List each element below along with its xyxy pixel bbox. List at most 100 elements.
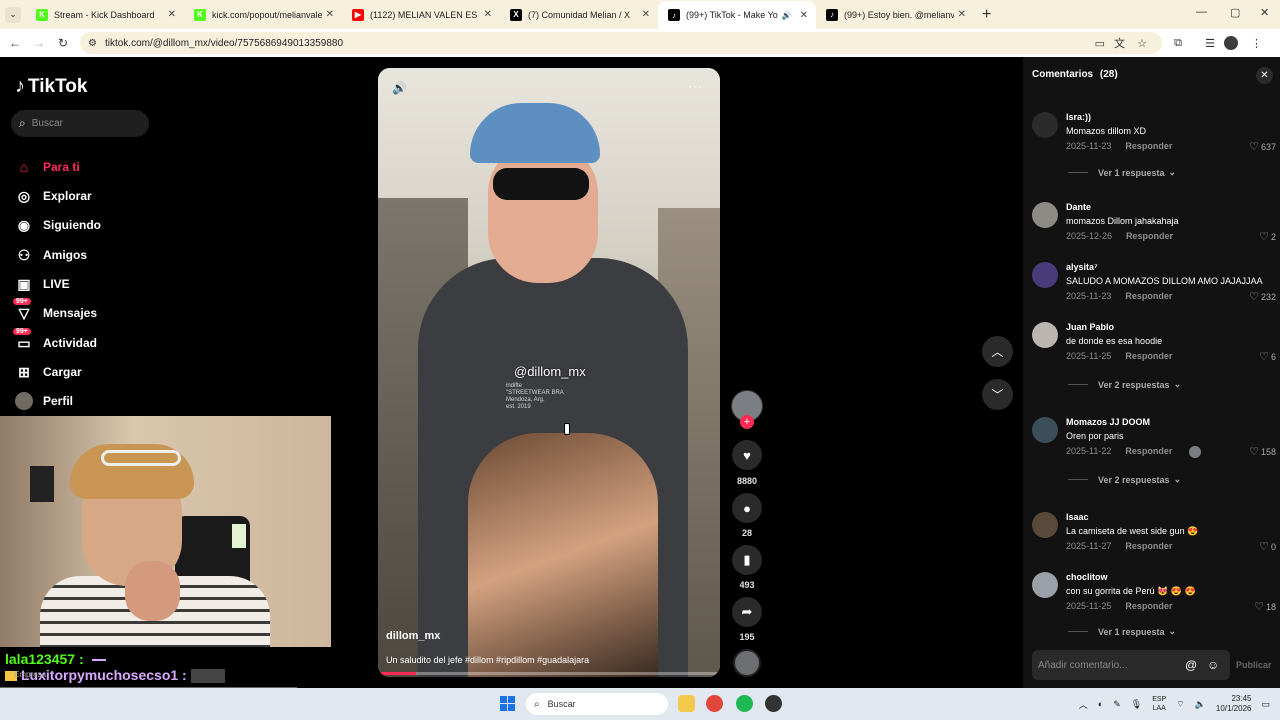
- commenter-name[interactable]: Dante: [1066, 202, 1091, 212]
- translate-icon[interactable]: 文: [1114, 35, 1125, 51]
- back-icon[interactable]: ←: [3, 36, 27, 50]
- comment-button[interactable]: ●: [732, 493, 762, 523]
- comment-like-button[interactable]: ♡ 637: [1249, 140, 1276, 153]
- minimize-icon[interactable]: —: [1196, 6, 1207, 18]
- comment-like-button[interactable]: ♡ 6: [1259, 350, 1276, 363]
- reply-button[interactable]: Responder: [1125, 446, 1172, 456]
- forward-icon[interactable]: →: [27, 36, 51, 50]
- commenter-name[interactable]: Isra:)): [1066, 112, 1091, 122]
- commenter-name[interactable]: choclitow: [1066, 572, 1108, 582]
- browser-menu-icon[interactable]: ⋮: [1251, 37, 1262, 50]
- close-window-icon[interactable]: ✕: [1260, 6, 1269, 19]
- commenter-avatar[interactable]: [1032, 322, 1058, 348]
- video-author[interactable]: dillom_mx: [386, 630, 440, 642]
- video-progress-bar[interactable]: [378, 672, 720, 675]
- emoji-icon[interactable]: ☺: [1207, 658, 1219, 672]
- commenter-avatar[interactable]: [1032, 512, 1058, 538]
- cast-icon[interactable]: ▭: [1095, 37, 1105, 50]
- tray-app-icon[interactable]: ◐: [1098, 699, 1103, 709]
- sidebar-item-para-ti[interactable]: ⌂ Para ti: [15, 158, 165, 176]
- tab-close-icon[interactable]: ✕: [326, 9, 334, 20]
- browser-tab[interactable]: K Stream - Kick Dashboard ✕: [26, 0, 184, 29]
- sidebar-item-cargar[interactable]: ⊞ Cargar: [15, 363, 165, 381]
- search-input[interactable]: ⌕ Buscar: [11, 110, 149, 137]
- commenter-name[interactable]: Momazos JJ DOOM: [1066, 417, 1150, 427]
- tab-close-icon[interactable]: ✕: [958, 9, 966, 20]
- reading-list-icon[interactable]: ☰: [1205, 37, 1215, 50]
- spotify-icon[interactable]: [736, 695, 753, 712]
- new-tab-button[interactable]: +: [982, 6, 991, 24]
- tab-close-icon[interactable]: ✕: [800, 10, 808, 21]
- view-replies-button[interactable]: Ver 2 respuestas ⌄: [1068, 474, 1181, 485]
- reply-button[interactable]: Responder: [1126, 231, 1173, 241]
- comment-like-button[interactable]: ♡ 0: [1259, 540, 1276, 553]
- save-button[interactable]: ▮: [732, 545, 762, 575]
- language-indicator[interactable]: ESP LAA: [1152, 695, 1166, 713]
- extensions-icon[interactable]: ⧉: [1174, 37, 1182, 50]
- previous-video-button[interactable]: ︿: [982, 336, 1013, 367]
- reply-button[interactable]: Responder: [1125, 351, 1172, 361]
- browser-tab[interactable]: Kkick.com/popout/melianvalen/ ✕: [184, 0, 342, 29]
- commenter-avatar[interactable]: [1032, 417, 1058, 443]
- bookmark-star-icon[interactable]: ☆: [1137, 37, 1147, 50]
- sidebar-item-actividad[interactable]: ▭ 99+ Actividad: [13, 328, 165, 352]
- comment-like-button[interactable]: ♡ 18: [1254, 600, 1276, 613]
- mention-icon[interactable]: @: [1185, 658, 1197, 672]
- sidebar-item-siguiendo[interactable]: ◉ Siguiendo: [15, 216, 165, 234]
- pen-icon[interactable]: ✎: [1113, 699, 1121, 710]
- commenter-name[interactable]: Juan Pablo: [1066, 322, 1114, 332]
- browser-tab[interactable]: ▶ (1122) MELIAN VALEN ES EL PR ✕: [342, 0, 500, 29]
- mic-icon[interactable]: 🎙: [1131, 699, 1142, 710]
- tab-close-icon[interactable]: ✕: [168, 9, 176, 20]
- speaker-icon[interactable]: 🔈: [1195, 699, 1206, 710]
- site-info-icon[interactable]: ⚙: [88, 38, 97, 49]
- clock[interactable]: 23:45 10/1/2026: [1216, 694, 1252, 714]
- reply-button[interactable]: Responder: [1125, 601, 1172, 611]
- tab-close-icon[interactable]: ✕: [642, 9, 650, 20]
- obs-icon[interactable]: [765, 695, 782, 712]
- next-video-button[interactable]: ﹀: [982, 379, 1013, 410]
- sidebar-item-live[interactable]: ▣ LIVE: [15, 275, 165, 293]
- reply-button[interactable]: Responder: [1125, 141, 1172, 151]
- reload-icon[interactable]: ↻: [51, 36, 75, 50]
- wifi-icon[interactable]: ⌔: [1176, 699, 1184, 710]
- reply-button[interactable]: Responder: [1125, 291, 1172, 301]
- start-button[interactable]: [500, 696, 515, 711]
- sidebar-item-explorar[interactable]: ◎ Explorar: [15, 187, 165, 205]
- browser-tab[interactable]: ♪ (99+) TikTok - Make Your Da 🔊 ✕: [658, 1, 816, 29]
- browser-tab[interactable]: ♪ (99+) Estoy bien. @melianvalen ✕: [816, 0, 974, 29]
- share-button[interactable]: ➦: [732, 597, 762, 627]
- comment-input[interactable]: Añadir comentario... @ ☺: [1032, 650, 1230, 680]
- taskbar-search[interactable]: ⌕ Buscar: [526, 693, 668, 715]
- tab-close-icon[interactable]: ✕: [484, 9, 492, 20]
- file-explorer-icon[interactable]: [678, 695, 695, 712]
- view-replies-button[interactable]: Ver 1 respuesta ⌄: [1068, 626, 1176, 637]
- tab-audio-icon[interactable]: 🔊: [782, 11, 792, 20]
- publish-button[interactable]: Publicar: [1236, 660, 1272, 670]
- tiktok-logo[interactable]: ♪ TikTok: [15, 75, 87, 98]
- sidebar-item-mensajes[interactable]: ▽ 99+ Mensajes: [13, 298, 165, 322]
- commenter-name[interactable]: Isaac: [1066, 512, 1089, 522]
- view-replies-button[interactable]: Ver 2 respuestas ⌄: [1068, 379, 1181, 390]
- reply-button[interactable]: Responder: [1125, 541, 1172, 551]
- commenter-avatar[interactable]: [1032, 112, 1058, 138]
- sidebar-item-amigos[interactable]: ⚇ Amigos: [15, 246, 165, 264]
- comment-like-button[interactable]: ♡ 232: [1249, 290, 1276, 303]
- browser-tab[interactable]: X (7) Comunidad Melian / X ✕: [500, 0, 658, 29]
- chrome-icon[interactable]: [706, 695, 723, 712]
- video-player[interactable]: indifte "STREETWEAR BRA Mendoza, Arg. es…: [378, 68, 720, 677]
- commenter-avatar[interactable]: [1032, 262, 1058, 288]
- view-replies-button[interactable]: Ver 1 respuesta ⌄: [1068, 167, 1176, 178]
- music-disc-icon[interactable]: [733, 649, 761, 677]
- like-button[interactable]: ♥: [732, 440, 762, 470]
- sidebar-item-perfil[interactable]: Perfil: [15, 392, 165, 410]
- comment-like-button[interactable]: ♡ 2: [1259, 230, 1276, 243]
- commenter-avatar[interactable]: [1032, 202, 1058, 228]
- commenter-name[interactable]: alysita⁷: [1066, 262, 1098, 272]
- comment-like-button[interactable]: ♡ 158: [1249, 445, 1276, 458]
- url-field[interactable]: ⚙ tiktok.com/@dillom_mx/video/7575686949…: [80, 32, 1162, 54]
- commenter-avatar[interactable]: [1032, 572, 1058, 598]
- maximize-icon[interactable]: ▢: [1230, 6, 1240, 19]
- tab-search-button[interactable]: ⌄: [5, 6, 21, 23]
- profile-avatar[interactable]: [1224, 36, 1238, 50]
